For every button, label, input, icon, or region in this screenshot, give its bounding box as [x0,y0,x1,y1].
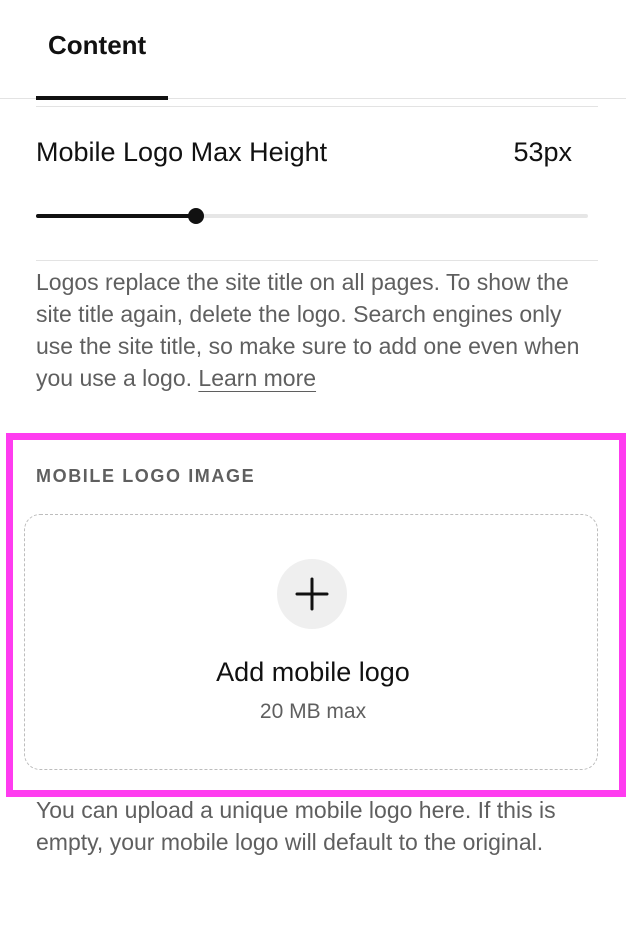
slider-thumb[interactable] [188,208,205,224]
slider-value: 53px [513,137,572,167]
section-label: MOBILE LOGO IMAGE [36,466,256,486]
logo-info-text: Logos replace the site title on all page… [36,266,592,394]
section-divider [36,106,598,107]
tab-bar: Content [0,0,626,100]
slider-label: Mobile Logo Max Height [36,137,328,167]
max-height-slider[interactable] [36,208,588,224]
mobile-logo-help-text: You can upload a unique mobile logo here… [36,797,556,855]
file-size-limit: 20 MB max [259,700,367,723]
slider-fill [36,214,197,218]
learn-more-link[interactable]: Learn more [198,365,316,391]
active-tab-indicator [36,96,168,100]
plus-icon [295,577,329,611]
section-divider [36,260,598,261]
mobile-logo-dropzone[interactable] [24,514,598,770]
add-logo-button[interactable] [277,559,347,629]
add-mobile-logo-label: Add mobile logo [216,657,410,687]
tab-content[interactable]: Content [48,30,146,61]
